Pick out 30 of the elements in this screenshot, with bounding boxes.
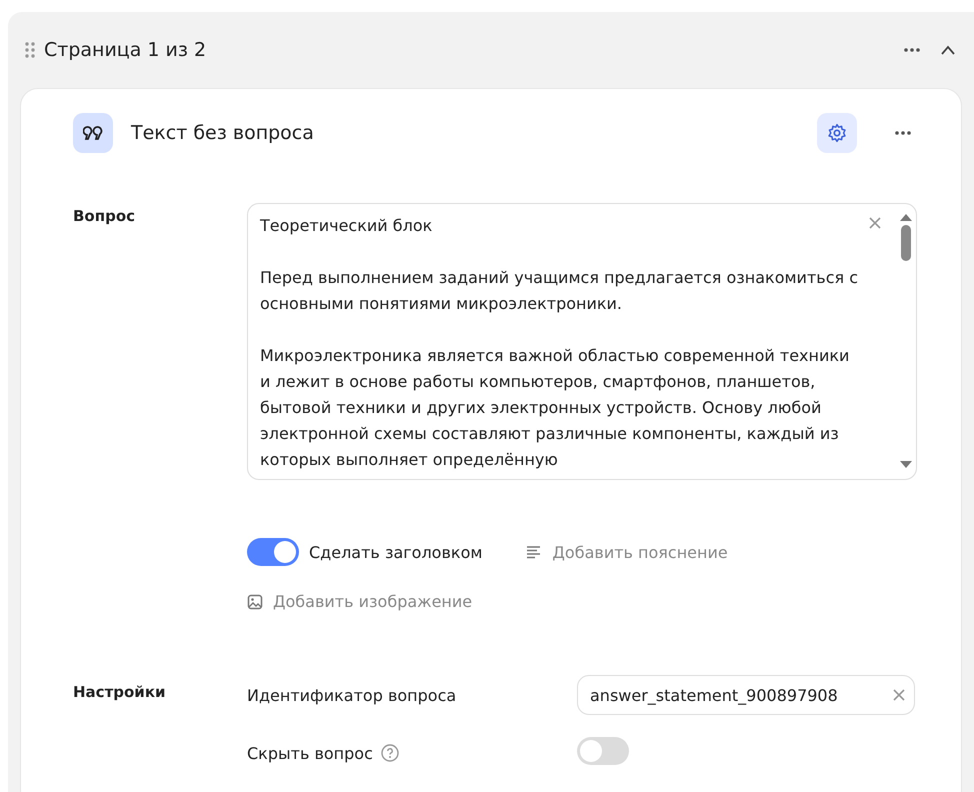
- question-paragraph: Перед выполнением заданий учащимся предлагается ознакомиться с основными понятиями микроэлектроники.: [260, 267, 859, 315]
- settings-icon[interactable]: [817, 113, 857, 153]
- clear-icon[interactable]: [868, 216, 882, 230]
- scrollbar-thumb[interactable]: [901, 225, 911, 261]
- help-icon[interactable]: [380, 744, 399, 762]
- field-label: Настройки: [73, 682, 167, 703]
- field-label: Вопрос: [73, 206, 136, 227]
- page-title: Страница 1 из 2: [44, 39, 208, 61]
- setting-label: Скрыть вопрос: [247, 744, 373, 762]
- clear-icon[interactable]: [892, 688, 906, 702]
- setting-label: Идентификатор вопроса: [247, 686, 458, 704]
- question-id-field[interactable]: answer_statement_900897908: [577, 675, 915, 715]
- drag-handle-icon[interactable]: [24, 41, 36, 59]
- collapse-icon[interactable]: [940, 45, 956, 55]
- toggle-switch[interactable]: [247, 538, 299, 566]
- image-icon: [247, 594, 263, 610]
- toggle-label: Сделать заголовком: [309, 542, 482, 562]
- add-image-link[interactable]: Добавить изображение: [247, 592, 917, 611]
- dots-icon[interactable]: [902, 47, 922, 53]
- scroll-down-icon[interactable]: [900, 461, 912, 469]
- dots-icon[interactable]: [893, 130, 913, 136]
- question-paragraph: Теоретический блок: [260, 215, 434, 237]
- toggle-switch[interactable]: [577, 737, 629, 765]
- text-lines-icon: [526, 545, 542, 559]
- question-text-area[interactable]: [247, 203, 917, 480]
- quote-icon: [73, 113, 113, 153]
- block-type-title: Текст без вопроса: [131, 122, 315, 144]
- scroll-up-icon[interactable]: [900, 213, 912, 221]
- add-hint-link[interactable]: Добавить пояснение: [526, 542, 728, 562]
- question-paragraph: Микроэлектроника является важной областью современной техники и лежит в основе работы компьютеров, смартфонов, планшетов, бытовой техники и других электронных устройств. Основу любой электронной схемы составляют различные компоненты, каждый из которых выполняет определённую: [260, 345, 850, 471]
